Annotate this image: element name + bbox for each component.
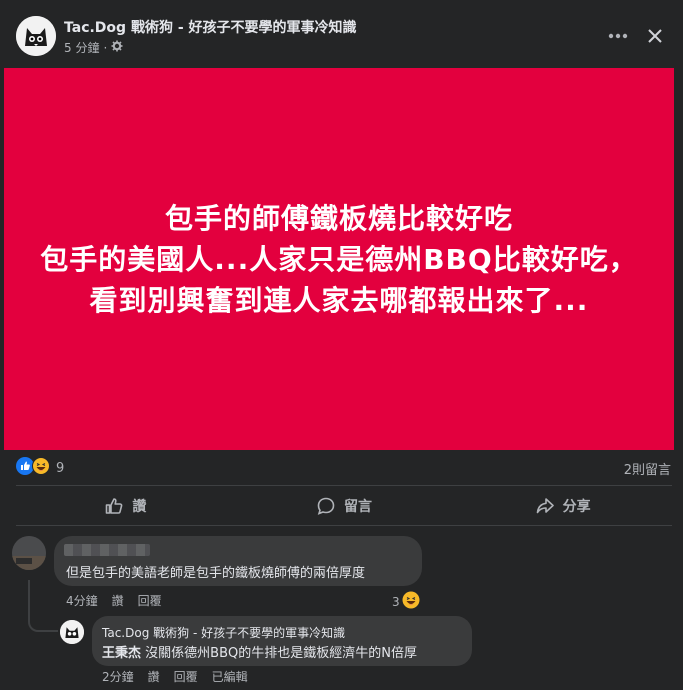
commenter-avatar[interactable]	[12, 536, 46, 570]
comment-reply-button[interactable]: 回覆	[138, 592, 162, 609]
image-text-line-2: 包手的美國人...人家只是德州BBQ比較好吃，	[40, 242, 638, 276]
comment-reactions[interactable]: 3	[392, 591, 420, 612]
commenter-name-blurred[interactable]	[64, 544, 150, 556]
post-actions: 讚 留言 分享	[16, 488, 672, 524]
post-header: Tac.Dog 戰術狗 - 好孩子不要學的軍事冷知識 5 分鐘 ·	[0, 0, 683, 68]
reply-thread-line	[28, 580, 58, 632]
reply-edited-label[interactable]: 已編輯	[212, 668, 248, 685]
haha-icon	[32, 457, 50, 479]
reply-text: 王秉杰 沒關係德州BBQ的牛排也是鐵板經濟牛的N倍厚	[102, 642, 417, 661]
divider	[16, 525, 672, 526]
post-image[interactable]: 包手的師傅鐵板燒比較好吃 包手的美國人...人家只是德州BBQ比較好吃， 看到別…	[4, 68, 674, 450]
reply-reply-button[interactable]: 回覆	[174, 668, 198, 685]
reply-author-avatar[interactable]	[60, 620, 84, 644]
reaction-icons[interactable]	[16, 457, 50, 479]
reactions-summary: 9 2則留言	[16, 455, 671, 481]
comment-actions: 4分鐘 讚 回覆	[66, 592, 162, 609]
comment-text: 但是包手的美語老師是包手的鐵板燒師傅的兩倍厚度	[66, 566, 366, 581]
post-card: Tac.Dog 戰術狗 - 好孩子不要學的軍事冷知識 5 分鐘 · 包手的師傅鐵…	[0, 0, 683, 690]
comment-time[interactable]: 4分鐘	[66, 592, 98, 609]
share-button[interactable]: 分享	[453, 488, 672, 524]
meta-dot: ·	[103, 40, 108, 55]
comment-button[interactable]: 留言	[235, 488, 454, 524]
comment-reaction-count: 3	[392, 594, 400, 609]
reply-mention[interactable]: 王秉杰	[102, 646, 141, 661]
more-icon	[608, 33, 628, 39]
reply-time[interactable]: 2分鐘	[102, 668, 134, 685]
more-options-button[interactable]	[604, 22, 632, 50]
close-icon	[648, 29, 662, 43]
page-avatar[interactable]	[16, 16, 56, 56]
image-text-line-3: 看到別興奮到連人家去哪都報出來了...	[89, 283, 589, 317]
gear-icon	[111, 40, 123, 55]
reaction-count[interactable]: 9	[56, 461, 64, 476]
divider	[16, 485, 672, 486]
like-label: 讚	[132, 499, 147, 515]
share-label: 分享	[562, 499, 591, 515]
post-meta: 5 分鐘 ·	[64, 39, 123, 56]
reply-body: 沒關係德州BBQ的牛排也是鐵板經濟牛的N倍厚	[141, 646, 417, 661]
reply-bubble: Tac.Dog 戰術狗 - 好孩子不要學的軍事冷知識 王秉杰 沒關係德州BBQ的…	[92, 616, 472, 666]
post-time[interactable]: 5 分鐘	[64, 39, 99, 56]
comment-bubble: 但是包手的美語老師是包手的鐵板燒師傅的兩倍厚度	[54, 536, 422, 586]
reply-author-name[interactable]: Tac.Dog 戰術狗 - 好孩子不要學的軍事冷知識	[102, 624, 345, 641]
haha-icon	[402, 591, 420, 612]
reply-actions: 2分鐘 讚 回覆 已編輯	[102, 668, 248, 685]
reply-like-button[interactable]: 讚	[148, 668, 160, 685]
comment-icon	[317, 497, 335, 515]
comment-count[interactable]: 2則留言	[624, 459, 671, 478]
like-button[interactable]: 讚	[16, 488, 235, 524]
comment-label: 留言	[344, 499, 372, 515]
share-icon	[536, 498, 554, 514]
page-name-link[interactable]: Tac.Dog 戰術狗 - 好孩子不要學的軍事冷知識	[64, 17, 357, 37]
close-button[interactable]	[640, 21, 670, 51]
image-text-line-1: 包手的師傅鐵板燒比較好吃	[164, 201, 513, 235]
comment-like-button[interactable]: 讚	[112, 592, 124, 609]
thumbs-up-icon	[106, 498, 123, 514]
